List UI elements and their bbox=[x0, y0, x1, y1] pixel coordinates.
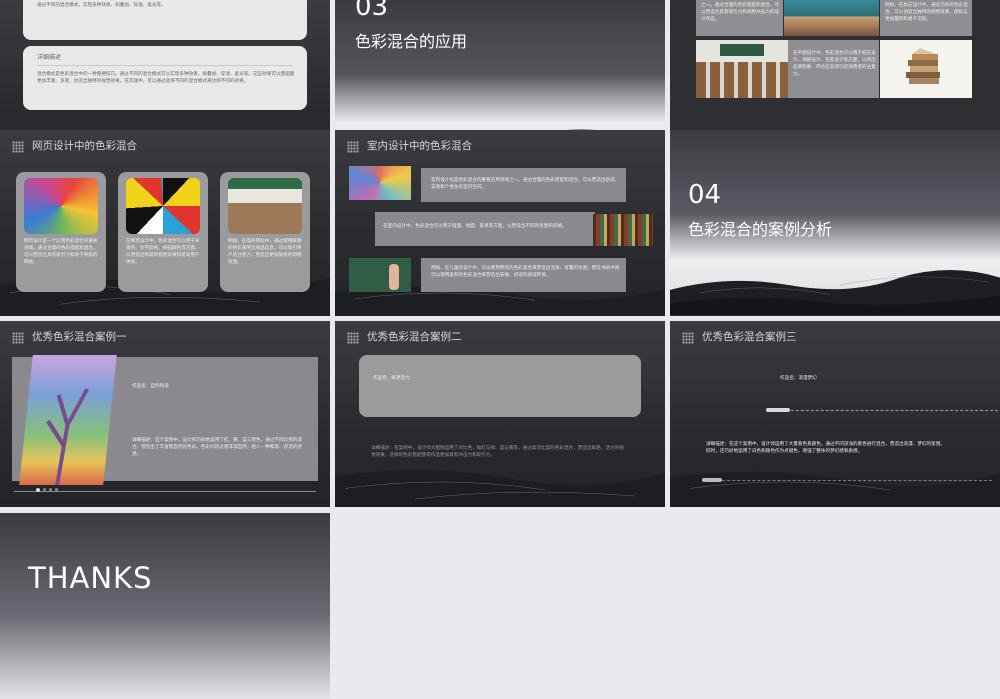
detail-card: 详细描述 混合模式是色彩混合中的一种重要技巧。通过不同的混合模式可以实现多种效果… bbox=[23, 46, 307, 110]
case-description: 详细描述：这个案例中，设计师巧妙地运用了红、黄、蓝三原色，通过不同比例的混合，营… bbox=[132, 438, 302, 457]
slide-10-thumbnail[interactable]: THANKS bbox=[0, 513, 330, 699]
progress-track bbox=[14, 491, 316, 492]
books-illustration bbox=[880, 40, 972, 98]
top-text: 通过不同的混合模式，实现多种效果，如叠加、穿透、柔光等。 bbox=[37, 3, 166, 8]
left-top-text: 之一。通过合理的色彩搭配和混合，可以营造出具有吸引力和视觉冲击力的设计作品。 bbox=[701, 3, 780, 22]
section-number: 03 bbox=[355, 0, 389, 22]
dot-grid-icon bbox=[682, 332, 694, 344]
dot-grid-icon bbox=[347, 332, 359, 344]
dot-grid-icon bbox=[12, 332, 24, 344]
interior-row-1-text: 室内设计也是色彩混合的重要应用领域之一。通过合理的色彩搭配和混合，可以营造出舒适… bbox=[431, 178, 620, 190]
web-card-3-text: 例如，在电商网站中，通过使用鲜艳的色彩来突出商品信息，可以吸引用户的注意力，营造… bbox=[228, 239, 302, 265]
interior-row-3-text: 例如，在儿童房设计中，可以使用明亮的色彩混合来营造出活泼、有趣的氛围；而在书房中… bbox=[431, 266, 620, 278]
section-number: 04 bbox=[688, 180, 722, 210]
slide-4-thumbnail[interactable]: 网页设计中的色彩混合 网页设计是一个应用色彩混合的重要领域。通过合理的色彩搭配和… bbox=[0, 130, 330, 316]
interior-row-2-text: 在室内设计中，色彩混合可以用于墙面、地面、家具等方面，以营造出不同的氛围和风格。 bbox=[383, 224, 567, 229]
detail-divider bbox=[37, 65, 293, 66]
detail-heading: 详细描述 bbox=[37, 54, 62, 61]
pagination-dots[interactable] bbox=[36, 488, 58, 492]
interior-row-3: 例如，在儿童房设计中，可以使用明亮的色彩混合来营造出活泼、有趣的氛围；而在书房中… bbox=[421, 258, 626, 292]
web-card-1-text: 网页设计是一个应用色彩混合的重要领域。通过合理的色彩搭配和混合，可以营造出具有吸… bbox=[24, 239, 98, 265]
books-illustration-svg bbox=[906, 48, 940, 84]
tree-painting bbox=[19, 355, 117, 485]
web-card-2-text: 在网页设计中，色彩混合可以用于背景色、文字颜色、按钮颜色等方面，以营造出和谐的视… bbox=[126, 239, 200, 265]
interior-row-1: 室内设计也是色彩混合的重要应用领域之一。通过合理的色彩搭配和混合，可以营造出舒适… bbox=[421, 168, 626, 202]
case-label: 作品名：浪漫梦幻 bbox=[780, 376, 817, 381]
dot-grid-icon bbox=[12, 141, 24, 153]
teacher-figure bbox=[389, 264, 399, 290]
slide-title: 优秀色彩混合案例一 bbox=[32, 331, 127, 343]
teacher-illustration bbox=[349, 258, 411, 292]
classroom-photo-1 bbox=[784, 0, 879, 36]
classroom-board bbox=[720, 44, 764, 56]
slide-title: 室内设计中的色彩混合 bbox=[367, 140, 472, 152]
slide-6-thumbnail[interactable]: 04 色彩混合的案例分析 bbox=[670, 130, 1000, 316]
bottom-slider-track bbox=[702, 480, 992, 481]
wave-landscape bbox=[670, 270, 1000, 316]
pagination-dot[interactable] bbox=[49, 488, 52, 491]
right-top-text: 例如，在标志设计中，通过巧妙的色彩混合，可以创造出独特的视觉效果，使标志更加醒目… bbox=[885, 3, 968, 22]
pagination-dot[interactable] bbox=[43, 488, 46, 491]
bookshelf-image bbox=[593, 214, 653, 246]
classroom-photo-2 bbox=[696, 40, 788, 98]
right-top-text-box: 例如，在标志设计中，通过巧妙的色彩混合，可以创造出独特的视觉效果，使标志更加醒目… bbox=[880, 0, 972, 36]
slide-7-thumbnail[interactable]: 优秀色彩混合案例一 作品名：自然和谐 详细描述：这个案例中，设计师巧妙地运用了红… bbox=[0, 321, 330, 507]
web-card-2: 在网页设计中，色彩混合可以用于背景色、文字颜色、按钮颜色等方面，以营造出和谐的视… bbox=[118, 172, 208, 292]
top-slider-track bbox=[766, 410, 998, 411]
wave-landscape bbox=[335, 470, 665, 507]
wave-landscape bbox=[670, 471, 1000, 507]
pagination-dot[interactable] bbox=[36, 488, 40, 492]
interior-row-2: 在室内设计中，色彩混合可以用于墙面、地面、家具等方面，以营造出不同的氛围和风格。 bbox=[375, 212, 595, 246]
case-description: 详细描述：在案例中，设计师大胆地运用了对比色，如红与绿、蓝与黄等，通过高对比度的… bbox=[371, 446, 624, 458]
slide-title: 优秀色彩混合案例三 bbox=[702, 331, 797, 343]
slide-title: 网页设计中的色彩混合 bbox=[32, 140, 137, 152]
slide-5-thumbnail[interactable]: 室内设计中的色彩混合 室内设计也是色彩混合的重要应用领域之一。通过合理的色彩搭配… bbox=[335, 130, 665, 316]
slide-title: 优秀色彩混合案例二 bbox=[367, 331, 462, 343]
slide-8-thumbnail[interactable]: 优秀色彩混合案例二 作品名：鲜艳活力 详细描述：在案例中，设计师大胆地运用了对比… bbox=[335, 321, 665, 507]
case-label-card: 作品名：鲜艳活力 bbox=[359, 355, 641, 417]
web-card-3: 例如，在电商网站中，通过使用鲜艳的色彩来突出商品信息，可以吸引用户的注意力，营造… bbox=[220, 172, 310, 292]
tree-trunk-svg bbox=[46, 388, 90, 485]
case-label: 作品名：鲜艳活力 bbox=[373, 376, 410, 381]
case-description: 详细描述：在这个案例中，设计师运用了大量紫色系颜色，通过不同深浅的紫色进行混合，… bbox=[706, 442, 945, 454]
mid-text-box: 在平面设计中，色彩混合可以用于标志设计、海报设计、包装设计等方面，以突出品牌形象… bbox=[788, 40, 879, 98]
thanks-title: THANKS bbox=[28, 561, 153, 595]
left-top-text-box: 之一。通过合理的色彩搭配和混合，可以营造出具有吸引力和视觉冲击力的设计作品。 bbox=[696, 0, 783, 36]
detail-body: 混合模式是色彩混合中的一种重要技巧。通过不同的混合模式可以实现多种效果，如叠加、… bbox=[37, 72, 295, 84]
pagination-dot[interactable] bbox=[55, 488, 58, 491]
dot-grid-icon bbox=[347, 141, 359, 153]
colorful-abstract-image-2 bbox=[126, 178, 200, 234]
colorful-abstract-image-1 bbox=[24, 178, 98, 234]
top-slider-handle[interactable] bbox=[766, 408, 790, 412]
bottom-slider-handle[interactable] bbox=[702, 478, 722, 482]
mosaic-image bbox=[349, 166, 411, 200]
case-label: 作品名：自然和谐 bbox=[132, 384, 169, 389]
section-title: 色彩混合的应用 bbox=[355, 32, 468, 51]
classroom-image bbox=[228, 178, 302, 234]
web-card-1: 网页设计是一个应用色彩混合的重要领域。通过合理的色彩搭配和混合，可以营造出具有吸… bbox=[16, 172, 106, 292]
slide-9-thumbnail[interactable]: 优秀色彩混合案例三 作品名：浪漫梦幻 详细描述：在这个案例中，设计师运用了大量紫… bbox=[670, 321, 1000, 507]
top-text-card: 通过不同的混合模式，实现多种效果，如叠加、穿透、柔光等。 bbox=[23, 0, 307, 40]
mid-text: 在平面设计中，色彩混合可以用于标志设计、海报设计、包装设计等方面，以突出品牌形象… bbox=[793, 51, 876, 77]
